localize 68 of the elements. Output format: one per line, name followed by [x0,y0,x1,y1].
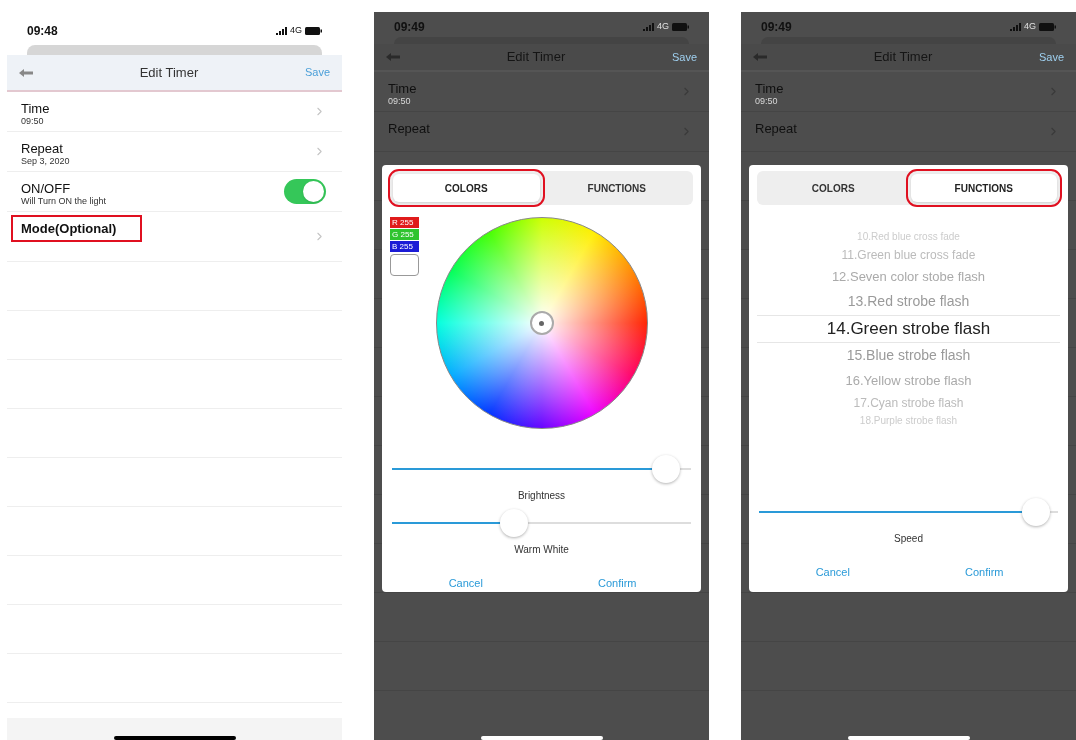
back-arrow-icon[interactable] [386,53,400,62]
rgb-value: B 255 [390,241,419,252]
network-label: 4G [1024,19,1036,33]
row-title: Mode(Optional) [21,221,117,236]
wheel-cursor-icon[interactable] [529,311,554,335]
settings-row[interactable]: Mode(Optional) [7,212,342,262]
settings-row[interactable]: Repeat Sep 3, 2020 [7,132,342,172]
save-button[interactable]: Save [304,64,330,81]
row-subtitle: 09:50 [755,96,779,107]
back-arrow-icon[interactable] [753,53,767,62]
save-button[interactable]: Save [1038,48,1064,66]
row-title: Repeat [21,141,64,156]
battery-icon [1039,22,1056,31]
network-label: 4G [290,23,302,37]
signal-icon [1010,22,1021,31]
color-swatch [390,254,419,276]
row-subtitle: Sep 3, 2020 [21,156,70,167]
rgb-value: G 255 [390,229,419,240]
row-subtitle: Will Turn ON the light [21,196,107,207]
tab[interactable]: FUNCTIONS [543,174,690,202]
dialog-button[interactable]: Confirm [541,571,693,595]
status-time: 09:49 [394,18,425,36]
tab[interactable]: COLORS [760,174,907,202]
settings-row[interactable]: ON/OFF Will Turn ON the light [7,172,342,212]
status-time: 09:49 [761,18,792,36]
dialog-button[interactable]: Cancel [757,560,909,584]
slider-thumb[interactable] [500,509,529,537]
rgb-value: R 255 [390,217,419,228]
settings-row[interactable]: Repeat [741,112,1076,152]
nav-title: Edit Timer [139,63,199,82]
slider-thumb[interactable] [652,455,681,483]
toggle-switch[interactable] [284,179,326,204]
row-title: Time [755,81,784,96]
network-label: 4G [657,19,669,33]
mode-option[interactable]: 14.Green strobe flash [757,314,1060,343]
slider-label: Speed [893,532,924,546]
row-title: ON/OFF [21,181,72,196]
slider[interactable] [390,507,693,539]
settings-row[interactable]: Time 09:50 [741,72,1076,112]
battery-icon [672,22,689,31]
mode-option[interactable]: 11.Green blue cross fade [757,244,1060,265]
mode-option[interactable]: 17.Cyan strobe flash [757,392,1060,413]
mode-option[interactable]: 16.Yellow strobe flash [757,368,1060,393]
signal-icon [276,26,287,35]
row-title: Time [21,101,50,116]
mode-option[interactable]: 12.Seven color stobe flash [757,264,1060,289]
signal-icon [643,22,654,31]
settings-row[interactable]: Time 09:50 [374,72,709,112]
slider-label: Brightness [516,489,567,503]
settings-row[interactable]: Time 09:50 [7,92,342,132]
row-subtitle: 09:50 [21,116,45,127]
dialog-button[interactable]: Confirm [908,560,1060,584]
slider[interactable] [390,453,693,485]
mode-option[interactable]: 15.Blue strobe flash [757,342,1060,369]
mode-option[interactable]: 13.Red strobe flash [757,288,1060,315]
dialog-button[interactable]: Cancel [390,571,542,595]
settings-row[interactable]: Repeat [374,112,709,152]
slider-thumb[interactable] [1021,498,1050,526]
row-subtitle: 09:50 [388,96,412,107]
save-button[interactable]: Save [671,48,697,66]
row-title: Time [388,81,417,96]
slider-label: Warm White [513,543,570,557]
status-time: 09:48 [27,22,58,40]
battery-icon [305,26,322,35]
slider[interactable] [757,496,1060,528]
back-arrow-icon[interactable] [19,68,33,77]
row-title: Repeat [388,121,430,136]
row-title: Repeat [755,121,797,136]
